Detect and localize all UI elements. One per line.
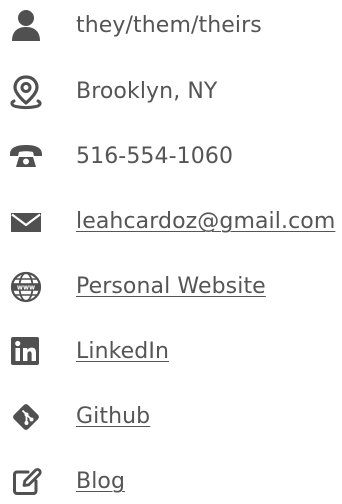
pronouns-text: they/them/theirs — [76, 13, 262, 38]
svg-text:www: www — [17, 284, 35, 292]
envelope-icon — [8, 204, 44, 240]
contact-row-email[interactable]: leahcardoz@gmail.com — [0, 200, 342, 244]
linkedin-icon — [8, 334, 44, 370]
globe-www-icon: www — [8, 269, 44, 305]
linkedin-link[interactable]: LinkedIn — [76, 338, 169, 366]
map-pin-icon — [8, 74, 44, 110]
git-icon — [8, 399, 44, 435]
email-link[interactable]: leahcardoz@gmail.com — [76, 208, 335, 236]
contact-row-github[interactable]: Github — [0, 395, 342, 439]
contact-row-location: Brooklyn, NY — [0, 70, 342, 114]
contact-row-website[interactable]: www Personal Website — [0, 265, 342, 309]
telephone-icon — [8, 139, 44, 175]
location-text: Brooklyn, NY — [76, 79, 218, 104]
phone-text: 516-554-1060 — [76, 144, 234, 169]
contact-row-pronouns: they/them/theirs — [0, 4, 342, 48]
website-link[interactable]: Personal Website — [76, 273, 266, 301]
contact-row-blog[interactable]: Blog — [0, 460, 342, 504]
github-link[interactable]: Github — [76, 403, 150, 431]
edit-icon — [8, 464, 44, 500]
blog-link[interactable]: Blog — [76, 468, 125, 496]
contact-list: they/them/theirs Brooklyn, NY 516-554-10… — [0, 0, 342, 500]
contact-row-phone: 516-554-1060 — [0, 135, 342, 179]
contact-row-linkedin[interactable]: LinkedIn — [0, 330, 342, 374]
person-icon — [8, 8, 44, 44]
